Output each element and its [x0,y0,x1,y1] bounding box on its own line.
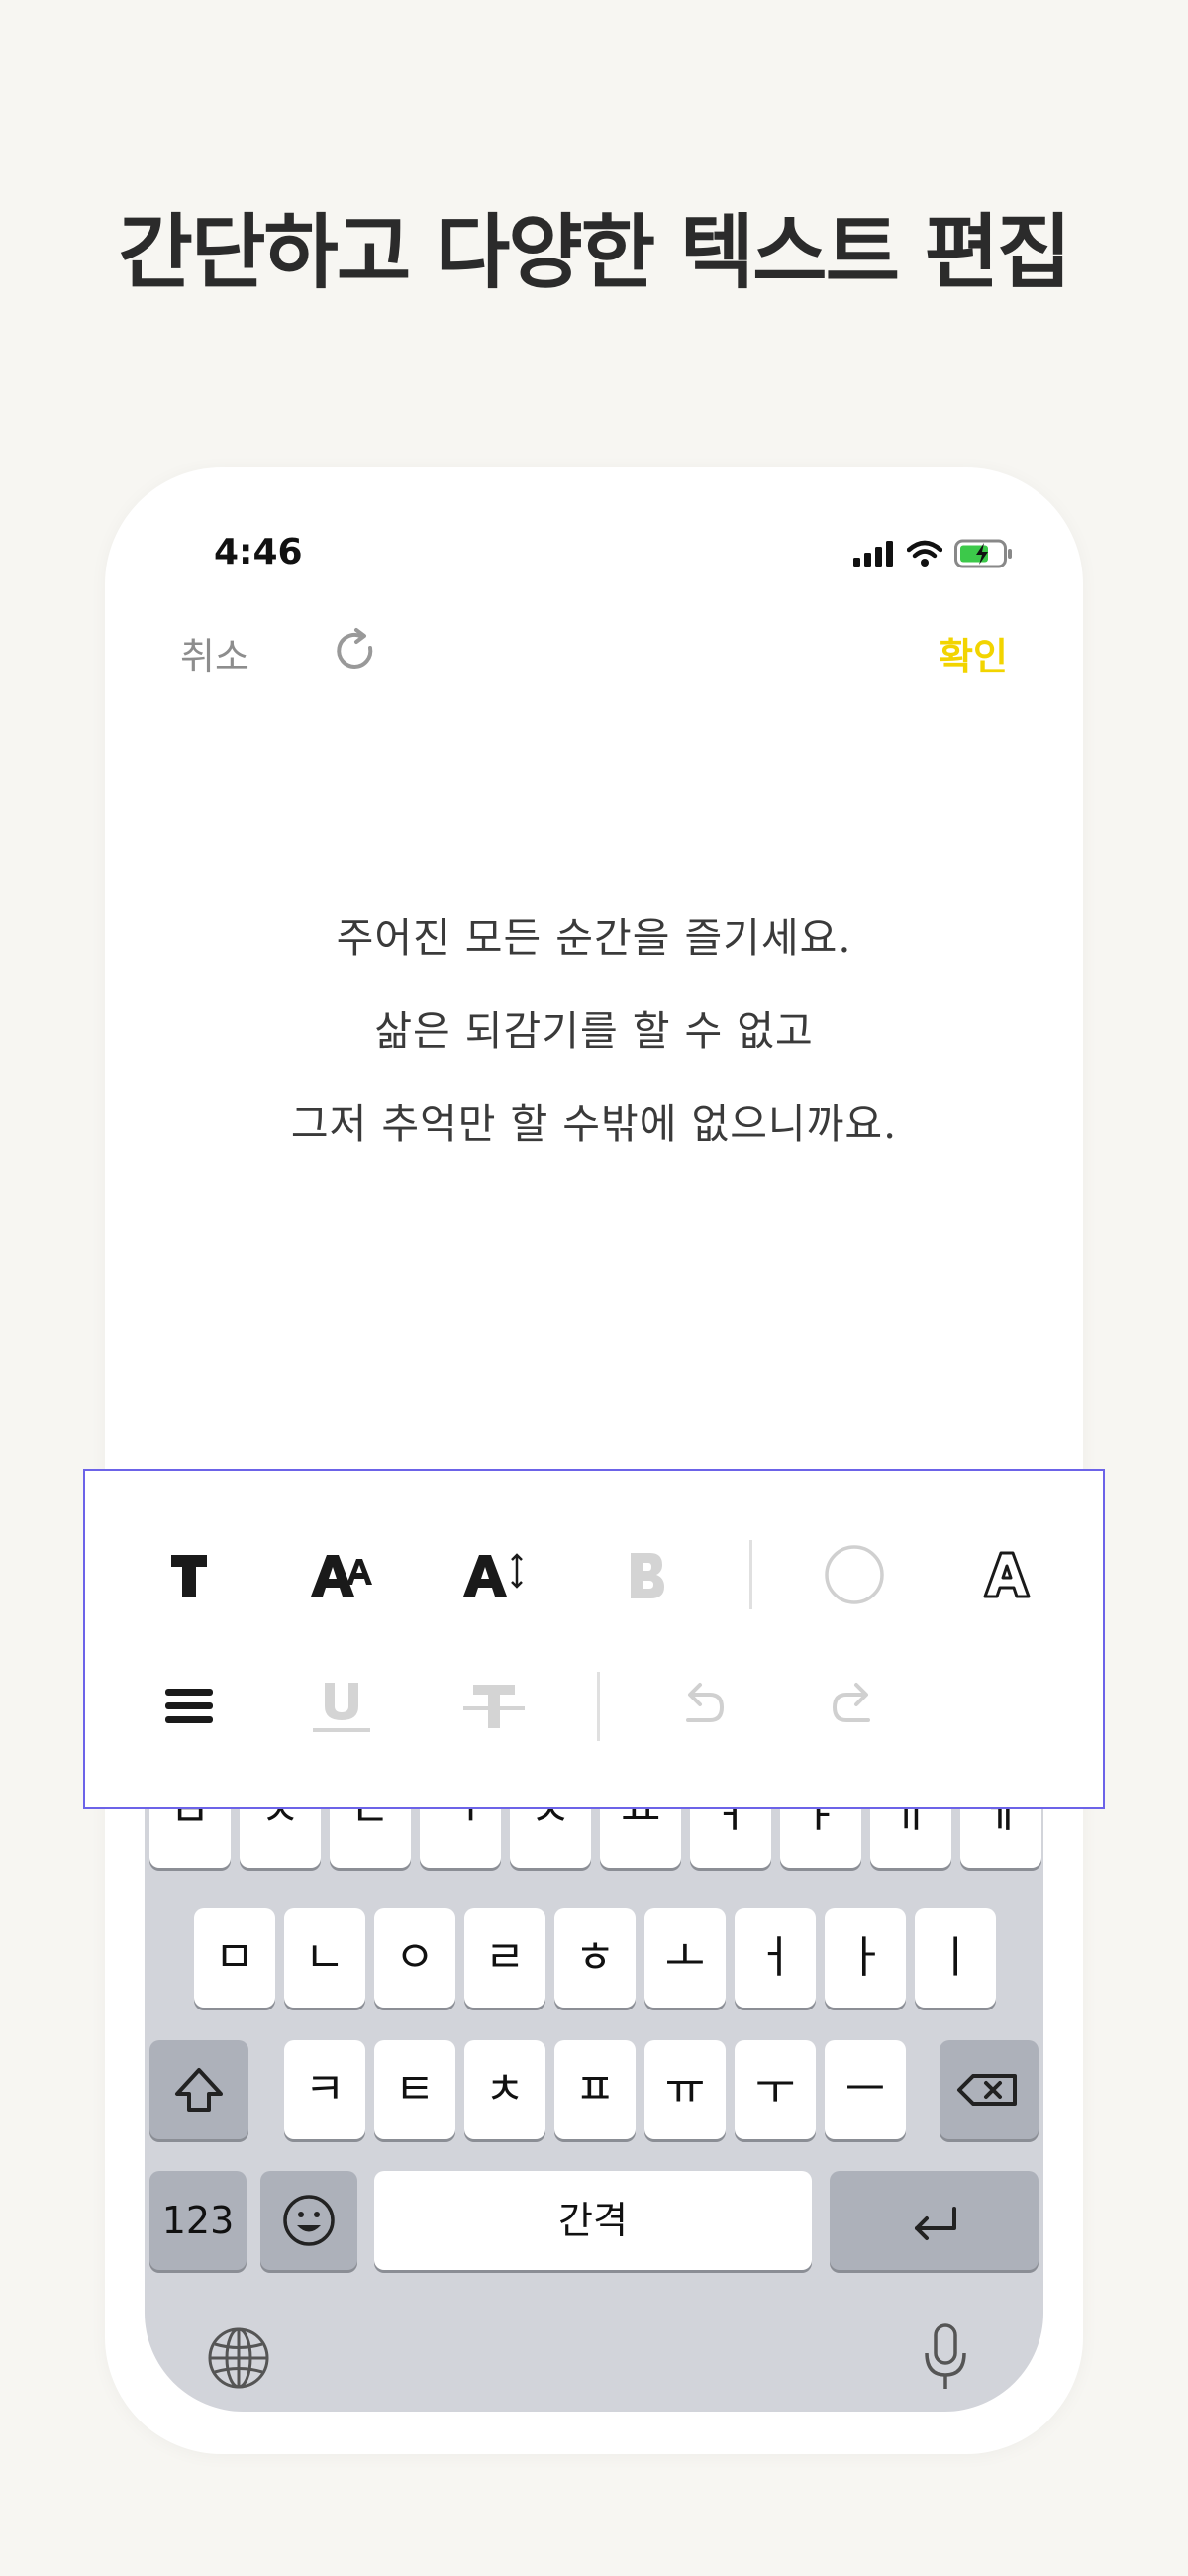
key[interactable]: ㄴ [284,1908,365,2008]
key[interactable]: ㅍ [554,2040,636,2139]
key[interactable]: ㅣ [915,1908,996,2008]
key[interactable]: ㄹ [464,1908,545,2008]
status-icons [853,539,1014,568]
space-key[interactable]: 간격 [374,2171,812,2270]
headline: 간단하고 다양한 텍스트 편집 [118,206,1072,300]
return-key[interactable] [830,2171,1039,2270]
redo-button[interactable] [810,1662,899,1751]
text-color-button[interactable] [810,1530,899,1619]
key[interactable]: ㅌ [374,2040,455,2139]
text-canvas[interactable]: 주어진 모든 순간을 즐기세요. 삶은 되감기를 할 수 없고 그저 추억만 할… [105,891,1083,1171]
undo-icon [686,1683,725,1722]
toolbar-divider [597,1672,600,1741]
key[interactable]: ㅐ [870,1803,951,1868]
backspace-icon [957,2074,1017,2106]
return-icon [915,2207,956,2240]
key[interactable]: ㅅ [510,1803,591,1868]
key[interactable]: ㅂ [149,1803,231,1868]
font-button[interactable] [145,1530,234,1619]
font-icon [171,1555,207,1597]
redo-icon [832,1683,870,1722]
key[interactable]: ㅗ [644,1908,726,2008]
key[interactable]: ㅊ [464,2040,545,2139]
align-icon [165,1689,213,1723]
refresh-icon[interactable] [331,626,380,675]
strikethrough-icon [463,1685,525,1728]
bold-button[interactable] [602,1530,691,1619]
numbers-key[interactable]: 123 [149,2171,247,2270]
confirm-button[interactable]: 확인 [939,626,1008,680]
text-line: 그저 추억만 할 수밖에 없으니까요. [290,1100,898,1148]
text-line: 주어진 모든 순간을 즐기세요. [336,914,852,962]
delete-key[interactable] [940,2040,1039,2139]
key[interactable]: ㅔ [960,1803,1041,1868]
key[interactable]: ㅡ [825,2040,906,2139]
wifi-icon [907,540,942,567]
shift-key[interactable] [149,2040,248,2139]
key[interactable]: ㅜ [735,2040,816,2139]
outline-button[interactable] [962,1530,1051,1619]
shift-icon [175,2068,223,2112]
emoji-icon [283,2195,335,2246]
battery-icon [954,539,1012,568]
key[interactable]: ㅑ [780,1803,861,1868]
toolbar-divider [749,1540,752,1609]
font-size-icon [311,1555,372,1597]
key[interactable]: ㅇ [374,1908,455,2008]
microphone-icon[interactable] [919,2321,972,2393]
key[interactable]: ㅈ [240,1803,321,1868]
emoji-key[interactable] [260,2171,357,2270]
outline-icon [983,1551,1031,1598]
cancel-button[interactable]: 취소 [180,626,249,680]
align-button[interactable] [145,1662,234,1751]
keyboard: ㅂ ㅈ ㄷ ㄱ ㅅ ㅛ ㅕ ㅑ ㅐ ㅔ ㅁ ㄴ ㅇ ㄹ ㅎ ㅗ ㅓ ㅏ ㅣ ㅋ … [145,1803,1043,2412]
key[interactable]: ㅛ [600,1803,681,1868]
underline-icon [313,1683,370,1732]
key[interactable]: ㄱ [420,1803,501,1868]
key[interactable]: ㅏ [825,1908,906,2008]
text-color-icon [825,1545,884,1604]
key[interactable]: ㅁ [194,1908,275,2008]
underline-button[interactable] [297,1662,386,1751]
text-line: 삶은 되감기를 할 수 없고 [374,1007,814,1055]
globe-icon[interactable] [206,2325,271,2391]
key[interactable]: ㄷ [330,1803,411,1868]
key[interactable]: ㅠ [644,2040,726,2139]
bold-icon [631,1553,664,1598]
key[interactable]: ㅋ [284,2040,365,2139]
key[interactable]: ㅎ [554,1908,636,2008]
text-format-toolbar [83,1469,1105,1809]
status-time: 4:46 [214,532,303,572]
key[interactable]: ㅓ [735,1908,816,2008]
strikethrough-button[interactable] [449,1662,539,1751]
line-height-button[interactable] [449,1530,539,1619]
key[interactable]: ㅕ [690,1803,771,1868]
line-height-icon [463,1553,523,1597]
undo-button[interactable] [657,1662,746,1751]
font-size-button[interactable] [297,1530,386,1619]
signal-icon [853,541,893,567]
